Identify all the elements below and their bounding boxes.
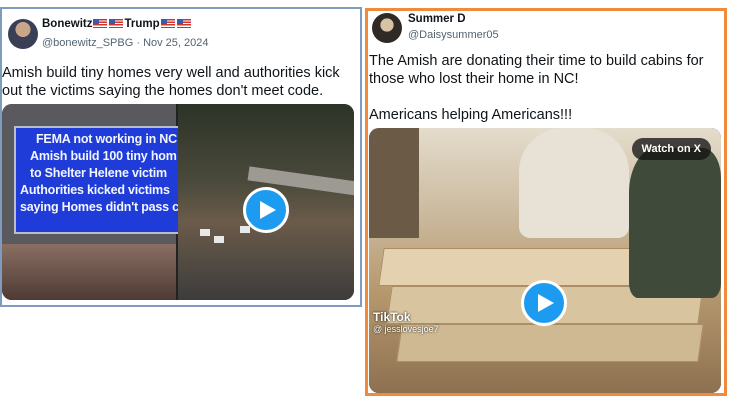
- handle-line: @bonewitz_SPBG · Nov 25, 2024: [42, 37, 209, 49]
- woodworking-image: [369, 128, 721, 393]
- tweet-media-video[interactable]: Watch on X TikTok @ jesslovesjoe7: [369, 128, 721, 393]
- separator: ·: [136, 37, 140, 49]
- building-facade: [2, 244, 176, 300]
- sign-line: saying Homes didn't pass co: [20, 200, 184, 214]
- watch-on-x-button[interactable]: Watch on X: [631, 138, 711, 160]
- sign-line: Authorities kicked victims: [20, 183, 170, 197]
- sign-line: Amish build 100 tiny hom: [30, 149, 177, 163]
- tweet-text-second-paragraph: Americans helping Americans!!!: [369, 107, 573, 123]
- tweet-text: Amish build tiny homes very well and aut…: [2, 65, 340, 99]
- tweet-card-bonewitz[interactable]: Bonewitz Trump @bonewitz_SPBG · Nov 25, 2…: [0, 7, 362, 307]
- tweet-text: The Amish are donating their time to bui…: [369, 53, 704, 87]
- tiny-home: [240, 226, 250, 233]
- avatar[interactable]: [372, 13, 402, 43]
- tiny-home: [214, 236, 224, 243]
- play-icon: [260, 201, 276, 219]
- post-date[interactable]: Nov 25, 2024: [143, 37, 208, 49]
- worker-figure: [369, 128, 419, 238]
- play-button[interactable]: [521, 280, 567, 326]
- sign-line: FEMA not working in NC: [36, 132, 177, 146]
- tiktok-handle: @ jesslovesjoe7: [373, 324, 439, 334]
- handle[interactable]: @bonewitz_SPBG: [42, 37, 133, 49]
- play-button[interactable]: [243, 187, 289, 233]
- wood-plank: [396, 324, 704, 362]
- sign-image: FEMA not working in NC Amish build 100 t…: [2, 104, 184, 300]
- tweet-media-video[interactable]: FEMA not working in NC Amish build 100 t…: [2, 104, 354, 300]
- us-flag-icon: [176, 19, 191, 29]
- sign-line: to Shelter Helene victim: [30, 166, 167, 180]
- worker-figure: [519, 128, 629, 238]
- avatar[interactable]: [8, 19, 38, 49]
- worker-figure: [629, 148, 721, 298]
- display-name-text: Bonewitz: [42, 18, 93, 30]
- handle[interactable]: @Daisysummer05: [408, 29, 499, 41]
- display-name-suffix: Trump: [124, 18, 160, 30]
- display-name[interactable]: Bonewitz Trump: [42, 18, 192, 30]
- display-name[interactable]: Summer D: [408, 13, 466, 25]
- tiktok-watermark: TikTok: [373, 310, 411, 324]
- us-flag-icon: [93, 19, 108, 29]
- tweet-card-summer-d[interactable]: Summer D @Daisysummer05 The Amish are do…: [365, 8, 727, 396]
- play-icon: [538, 294, 554, 312]
- us-flag-icon: [109, 19, 124, 29]
- us-flag-icon: [160, 19, 175, 29]
- led-sign-screen: FEMA not working in NC Amish build 100 t…: [14, 126, 184, 234]
- tiny-home: [200, 229, 210, 236]
